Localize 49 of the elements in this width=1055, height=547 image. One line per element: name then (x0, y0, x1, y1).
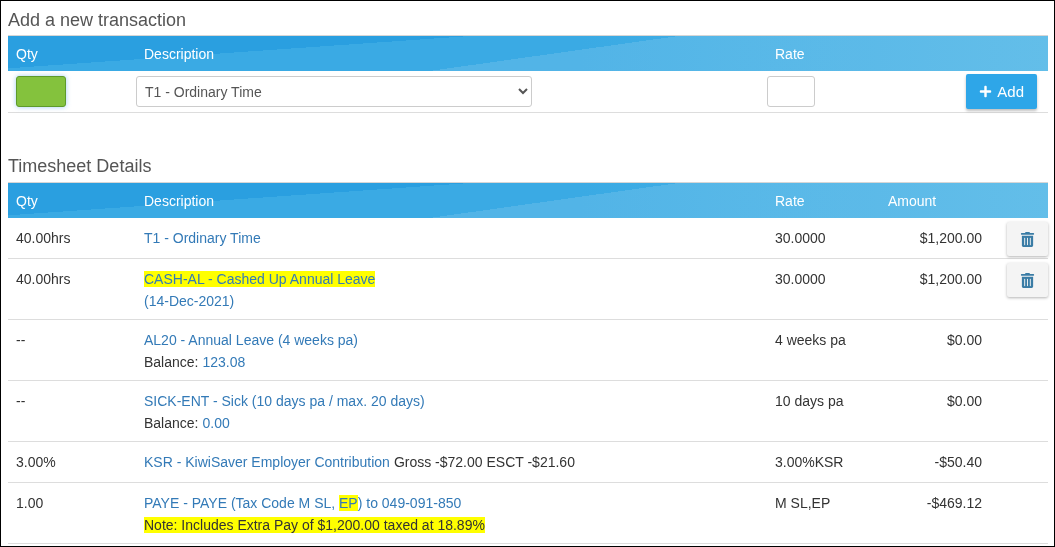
qty-cell-text: 40.00hrs (15, 229, 71, 248)
column-header: Description (143, 192, 215, 209)
section-title: Add a new transaction (8, 9, 188, 32)
add-button[interactable]: Add (966, 74, 1037, 109)
rate-cell-text: 3.00%KSR (774, 453, 844, 472)
description-link[interactable]: PAYE - PAYE (Tax Code M SL, EP) to 049-091-850 (144, 492, 462, 514)
rate-cell-text: 30.0000 (774, 229, 826, 248)
delete-button[interactable] (1007, 263, 1048, 297)
amount-cell-text: $1,200.00 (918, 270, 982, 289)
rate-field[interactable] (767, 76, 815, 107)
column-header: Description (143, 45, 215, 62)
qty-cell-text: -- (15, 331, 26, 350)
description-link[interactable]: (14-Dec-2021) (144, 290, 235, 312)
description-link[interactable]: AL20 - Annual Leave (4 weeks pa) (144, 329, 359, 351)
rate-cell-text: 4 weeks pa (774, 331, 846, 350)
amount-cell-text: $1,200.00 (918, 229, 982, 248)
amount-cell-text: -$469.12 (925, 494, 982, 513)
description-link[interactable]: KSR - KiwiSaver Employer Contribution (144, 451, 390, 473)
qty-cell-text: 40.00hrs (15, 270, 71, 289)
trash-icon (1020, 272, 1035, 288)
amount-cell-text: -$50.40 (933, 453, 982, 472)
description-text: Gross -$72.00 ESCT -$21.60 (393, 453, 575, 472)
description-link[interactable]: T1 - Ordinary Time (144, 227, 261, 249)
column-header: Amount (887, 192, 938, 209)
rate-cell-text: 30.0000 (774, 270, 826, 289)
amount-cell-text: $0.00 (945, 392, 982, 411)
qty-cell-text: 1.00 (15, 494, 44, 513)
description-text: Balance: (144, 414, 199, 433)
qty-cell-text: -- (15, 392, 26, 411)
plus-icon (979, 85, 993, 98)
description-link[interactable]: 0.00 (202, 412, 230, 434)
description-text: Note: Includes Extra Pay of $1,200.00 taxed at 18.89% (144, 516, 485, 535)
rate-cell-text: 10 days pa (774, 392, 844, 411)
qty-cell-text: 3.00% (15, 453, 56, 472)
column-header: Rate (774, 192, 805, 209)
description-link[interactable]: CASH-AL - Cashed Up Annual Leave (144, 268, 376, 290)
description-link[interactable]: 123.08 (202, 351, 246, 373)
section-title: Timesheet Details (8, 155, 153, 178)
trash-icon (1020, 231, 1035, 247)
qty-field[interactable] (16, 76, 66, 107)
description-link[interactable]: SICK-ENT - Sick (10 days pa / max. 20 days) (144, 390, 425, 412)
rate-cell-text: M SL,EP (774, 494, 831, 513)
description-select[interactable]: T1 - Ordinary Time (136, 76, 532, 107)
column-header: Qty (15, 45, 38, 62)
delete-button[interactable] (1007, 222, 1048, 256)
description-text: Balance: (144, 353, 199, 372)
amount-cell-text: $0.00 (945, 331, 982, 350)
column-header: Qty (15, 192, 38, 209)
column-header: Rate (774, 45, 805, 62)
